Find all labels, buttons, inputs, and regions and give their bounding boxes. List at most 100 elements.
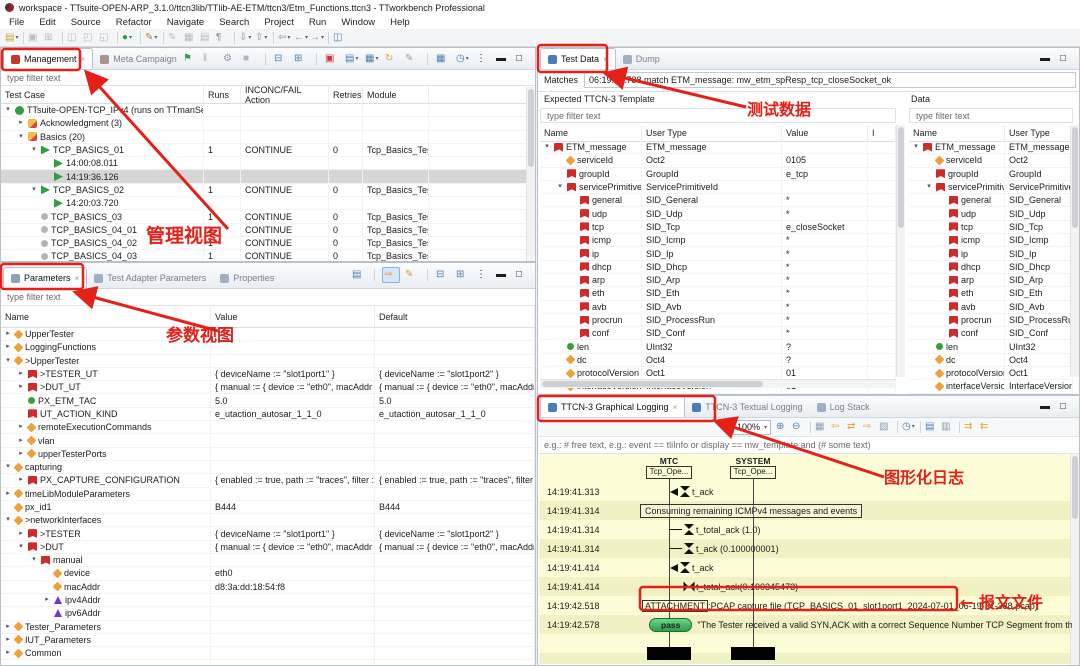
campaign-report-icon[interactable]: ▤▾ xyxy=(344,52,360,66)
expander-icon[interactable]: ▾ xyxy=(4,461,12,473)
print-icon[interactable]: ▥ xyxy=(940,420,956,434)
table-row[interactable]: ▾TCP_BASICS_011CONTINUE0Tcp_Basics_Test.… xyxy=(1,144,535,157)
table-row[interactable]: UT_ACTION_KINDe_utaction_autosar_1_1_0e_… xyxy=(1,408,535,421)
export-log-icon[interactable]: ▤ xyxy=(924,420,940,434)
table-row[interactable]: arpSID_Arp* xyxy=(540,274,896,287)
table-row[interactable]: ▸>TESTER_UT{ deviceName := "slot1port1" … xyxy=(1,368,535,381)
column-header-name[interactable]: Name xyxy=(540,125,642,141)
parameters-view-menu-icon[interactable]: ⋮ xyxy=(475,268,491,282)
expander-icon[interactable]: ▾ xyxy=(925,181,933,193)
run-icon[interactable]: ●▾ xyxy=(121,31,137,45)
tab-test-adapter-parameters[interactable]: Test Adapter Parameters xyxy=(87,268,213,288)
expander-icon[interactable]: ▾ xyxy=(17,131,25,143)
table-row[interactable]: ▸UpperTester xyxy=(1,328,535,341)
expected-horizontal-scrollbar[interactable] xyxy=(540,379,896,388)
expander-icon[interactable]: ▸ xyxy=(4,647,12,659)
table-row[interactable]: ▸>TESTER{ deviceName := "slot1port1" }{ … xyxy=(1,527,535,540)
table-row[interactable]: procrunSID_ProcessRun xyxy=(909,314,1073,327)
table-row[interactable]: avbSID_Avb* xyxy=(540,301,896,314)
close-icon[interactable]: × xyxy=(81,55,86,64)
column-header-value[interactable]: Value xyxy=(782,125,868,141)
collapse-all-icon[interactable]: ⊟ xyxy=(273,52,289,66)
expander-icon[interactable]: ▸ xyxy=(17,381,25,393)
menu-item-refactor[interactable]: Refactor xyxy=(116,17,152,28)
table-row[interactable]: ▾>DUT{ manual := { device := "eth0", mac… xyxy=(1,541,535,554)
table-row[interactable]: ▾servicePrimitiveIcServicePrimitiveId xyxy=(540,181,896,194)
table-row[interactable]: ▾servicePrimitiveIcServicePrimitiveId xyxy=(909,181,1073,194)
menu-item-source[interactable]: Source xyxy=(71,17,101,28)
table-row[interactable]: TCP_BASICS_04_031CONTINUE0Tcp_Basics_Tes… xyxy=(1,250,535,262)
expander-icon[interactable]: ▸ xyxy=(17,368,25,380)
back-icon[interactable]: ←▾ xyxy=(293,31,309,45)
expander-icon[interactable]: ▾ xyxy=(30,554,38,566)
save-icon[interactable]: ▣ xyxy=(27,31,43,45)
expander-icon[interactable]: ▾ xyxy=(4,514,12,526)
column-header-user-type[interactable]: User Type xyxy=(1005,125,1073,141)
table-row[interactable]: TCP_BASICS_04_021CONTINUE0Tcp_Basics_Tes… xyxy=(1,237,535,250)
history-icon[interactable]: ◷▾ xyxy=(455,52,471,66)
tab-management[interactable]: Management× xyxy=(3,48,93,69)
table-row[interactable]: arpSID_Arp xyxy=(909,274,1073,287)
table-row[interactable]: PX_ETM_TAC5.05.0 xyxy=(1,394,535,407)
table-row[interactable]: generalSID_General* xyxy=(540,194,896,207)
expander-icon[interactable]: ▾ xyxy=(4,355,12,367)
close-icon[interactable]: × xyxy=(673,403,678,412)
matches-value-box[interactable]: 06:19:39.738 match ETM_message: mw_etm_s… xyxy=(584,72,1076,88)
table-row[interactable]: ▾ETM_messageETM_message xyxy=(909,141,1073,154)
tab-ttcn-3-graphical-logging[interactable]: TTCN-3 Graphical Logging× xyxy=(540,396,685,417)
table-row[interactable]: ▸ipv4Addr xyxy=(1,594,535,607)
edit-icon[interactable]: ✎ xyxy=(404,52,420,66)
table-row[interactable]: interfaceVersionInterfaceVersion xyxy=(909,380,1073,393)
attachment-file[interactable]: :PCAP capture file (TCP_BASICS_01_slot1p… xyxy=(708,601,1038,611)
copy-icon[interactable]: ◫ xyxy=(66,31,82,45)
logging-minimize-icon[interactable]: ▬ xyxy=(1039,400,1055,414)
table-row[interactable]: confSID_Conf xyxy=(909,327,1073,340)
link-with-selection-icon[interactable]: ⇒ xyxy=(382,267,400,283)
open-perspective-icon[interactable]: ◫ xyxy=(332,31,348,45)
table-row[interactable]: procrunSID_ProcessRun* xyxy=(540,314,896,327)
testdata-maximize-icon[interactable]: □ xyxy=(1059,52,1075,66)
test-flows-icon[interactable]: ▦▾ xyxy=(364,52,380,66)
table-row[interactable]: avbSID_Avb xyxy=(909,301,1073,314)
close-icon[interactable]: × xyxy=(603,55,608,64)
table-row[interactable]: protocolVersionOct1 xyxy=(909,367,1073,380)
expander-icon[interactable]: ▸ xyxy=(4,621,12,633)
menu-item-help[interactable]: Help xyxy=(390,17,410,28)
table-row[interactable]: lenUInt32 xyxy=(909,340,1073,353)
table-row[interactable]: ▸vlan xyxy=(1,434,535,447)
table-row[interactable]: icmpSID_Icmp* xyxy=(540,234,896,247)
zoom-out-icon[interactable]: ⊖ xyxy=(791,420,807,434)
expander-icon[interactable]: ▸ xyxy=(43,594,51,606)
toggle-view-icon[interactable]: ▦ xyxy=(183,31,199,45)
management-vertical-scrollbar[interactable] xyxy=(526,87,535,261)
table-row[interactable]: ▾TCP_BASICS_021CONTINUE0Tcp_Basics_Test.… xyxy=(1,184,535,197)
expander-icon[interactable]: ▸ xyxy=(4,341,12,353)
table-row[interactable]: ▸timeLibModuleParameters xyxy=(1,488,535,501)
expander-icon[interactable]: ▾ xyxy=(30,144,38,156)
expected-vertical-scrollbar[interactable] xyxy=(896,125,905,377)
statistics-icon[interactable]: ▧ xyxy=(878,420,894,434)
expected-filter-input[interactable]: type filter text xyxy=(540,108,896,123)
table-row[interactable]: dhcpSID_Dhcp xyxy=(909,261,1073,274)
table-row[interactable]: lenUInt32? xyxy=(540,340,896,353)
management-minimize-icon[interactable]: ▬ xyxy=(495,52,511,66)
table-row[interactable]: 14:00:08.011 xyxy=(1,157,535,170)
expander-icon[interactable]: ▸ xyxy=(17,448,25,460)
column-header-user-type[interactable]: User Type xyxy=(642,125,782,141)
forward-icon[interactable]: →▾ xyxy=(309,31,325,45)
save-all-icon[interactable]: ⊞ xyxy=(43,31,59,45)
jump-next-icon[interactable]: ⇨ xyxy=(862,420,878,434)
column-header-default[interactable]: Default xyxy=(375,306,535,327)
tab-test-data[interactable]: Test Data× xyxy=(540,48,616,69)
build-icon[interactable]: ◰ xyxy=(82,31,98,45)
expander-icon[interactable]: ▸ xyxy=(17,474,25,486)
collapse-messages-icon[interactable]: ⇇ xyxy=(979,420,995,434)
menu-item-edit[interactable]: Edit xyxy=(39,17,55,28)
column-header-name[interactable]: Name xyxy=(1,306,211,327)
table-row[interactable]: ethSID_Eth xyxy=(909,287,1073,300)
zoom-in-icon[interactable]: ⊕ xyxy=(775,420,791,434)
tab-dump[interactable]: Dump xyxy=(616,49,667,69)
tab-meta-campaign[interactable]: Meta Campaign xyxy=(93,49,184,69)
column-header-inconc-fail-action[interactable]: INCONC/FAIL Action xyxy=(241,86,329,103)
monitor-icon[interactable]: ▤ xyxy=(351,268,367,282)
